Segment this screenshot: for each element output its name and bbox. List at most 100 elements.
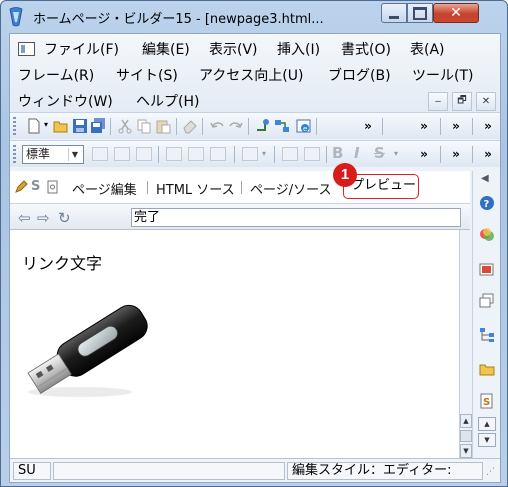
menu-site[interactable]: サイト(S) (116, 65, 178, 85)
toolbar-overflow-icon[interactable]: » (412, 144, 434, 164)
page-settings-icon[interactable] (46, 180, 60, 194)
list-icon[interactable] (242, 147, 258, 161)
eraser-icon[interactable] (182, 118, 198, 134)
preview-status-field: 完了 (131, 208, 461, 227)
image-gallery-icon[interactable] (479, 261, 495, 277)
menu-insert[interactable]: 挿入(I) (277, 39, 320, 59)
align-left-icon[interactable] (92, 147, 108, 161)
step-callout-badge: 1 (333, 163, 357, 187)
pen-icon[interactable] (14, 180, 28, 194)
menu-format[interactable]: 書式(O) (341, 39, 391, 59)
undo-icon[interactable] (209, 118, 225, 134)
status-left: SU (13, 462, 51, 480)
minimize-button[interactable] (381, 3, 407, 23)
copy-icon[interactable] (136, 118, 152, 134)
menu-bar: ファイル(F) 編集(E) 表示(V) 挿入(I) 書式(O) 表(A) フレー… (10, 34, 500, 112)
folder-icon[interactable] (479, 361, 495, 377)
open-folder-icon[interactable] (53, 118, 69, 134)
save-all-icon[interactable] (90, 118, 106, 134)
tab-page-edit[interactable]: ページ編集 (72, 179, 137, 198)
mdi-restore-button[interactable]: 🗗 (452, 92, 472, 111)
usb-flash-drive-image (27, 304, 148, 397)
refresh-icon[interactable]: ↻ (58, 209, 71, 227)
toolbar-overflow-icon[interactable]: » (444, 116, 466, 136)
panel-scroll-up-icon[interactable]: ▲ (478, 417, 496, 431)
toolbar-grip[interactable] (13, 145, 16, 163)
paste-icon[interactable] (155, 118, 171, 134)
mdi-minimize-button[interactable]: ‒ (428, 92, 448, 111)
menu-help[interactable]: ヘルプ(H) (136, 91, 199, 111)
toolbar-separator (440, 146, 441, 163)
svg-text:?: ? (484, 199, 490, 210)
menu-tools[interactable]: ツール(T) (412, 65, 473, 85)
tab-separator (147, 181, 148, 194)
toolbar-separator (472, 118, 473, 135)
align-center-icon[interactable] (114, 147, 130, 161)
close-button[interactable]: ✕ (433, 3, 479, 23)
scroll-thumb[interactable] (460, 430, 472, 442)
menu-table[interactable]: 表(A) (410, 39, 445, 59)
s-toggle-label[interactable]: S (31, 179, 40, 194)
script-icon[interactable]: S (479, 393, 495, 409)
maximize-button[interactable] (407, 3, 433, 23)
resize-grip-icon[interactable]: ⋰ (486, 467, 495, 477)
menu-window[interactable]: ウィンドウ(W) (18, 91, 113, 111)
list-dropdown-icon[interactable]: ▾ (262, 149, 266, 158)
menu-edit[interactable]: 編集(E) (142, 39, 190, 59)
valign-middle-icon[interactable] (188, 147, 204, 161)
paragraph-style-select[interactable]: 標準 ▼ (22, 145, 84, 164)
title-bar[interactable]: ホームページ・ビルダー15 - [newpage3.html... ✕ (1, 1, 507, 33)
toolbar-overflow-icon[interactable]: » (356, 116, 378, 136)
toolbar-overflow-icon[interactable]: » (476, 144, 498, 164)
valign-bottom-icon[interactable] (210, 147, 226, 161)
palette-icon[interactable] (479, 227, 495, 243)
new-page-icon[interactable] (26, 118, 42, 134)
menu-blog[interactable]: ブログ(B) (328, 65, 391, 85)
app-icon (9, 7, 23, 27)
font-dropdown-icon[interactable]: ▾ (394, 149, 398, 158)
toolbar-overflow-icon[interactable]: » (444, 144, 466, 164)
site-publish-icon[interactable] (274, 118, 290, 134)
back-arrow-icon[interactable]: ⇦ (18, 209, 31, 227)
menu-frame[interactable]: フレーム(R) (18, 65, 94, 85)
cut-icon[interactable] (117, 118, 133, 134)
toolbar-overflow-icon[interactable]: » (476, 116, 498, 136)
toolbar-separator (234, 146, 235, 163)
save-icon[interactable] (72, 118, 88, 134)
toolbar-separator (440, 118, 441, 135)
mdi-close-button[interactable]: ✕ (476, 92, 496, 111)
tab-page-source[interactable]: ページ/ソース (250, 179, 331, 198)
transfer-icon[interactable] (255, 118, 271, 134)
site-map-icon[interactable] (479, 327, 495, 343)
menu-view[interactable]: 表示(V) (209, 39, 258, 59)
outdent-icon[interactable] (282, 147, 298, 161)
layers-icon[interactable] (479, 293, 495, 309)
panel-scroll-down-icon[interactable]: ▼ (478, 433, 496, 447)
tab-html-source[interactable]: HTML ソース (156, 179, 235, 198)
scroll-down-icon[interactable]: ▼ (460, 444, 472, 458)
strikethrough-icon[interactable]: S (374, 144, 385, 162)
toolbar-separator (248, 118, 249, 135)
bold-icon[interactable]: B (332, 144, 343, 162)
document-menu-icon[interactable] (18, 42, 35, 56)
align-right-icon[interactable] (136, 147, 152, 161)
redo-icon[interactable] (228, 118, 244, 134)
collapse-left-icon[interactable]: ◀ (481, 173, 489, 184)
valign-top-icon[interactable] (166, 147, 182, 161)
svg-text:e: e (303, 125, 307, 133)
forward-arrow-icon[interactable]: ⇨ (37, 209, 50, 227)
svg-text:S: S (483, 397, 490, 408)
indent-icon[interactable] (304, 147, 320, 161)
client-area: ファイル(F) 編集(E) 表示(V) 挿入(I) 書式(O) 表(A) フレー… (9, 33, 501, 483)
menu-access[interactable]: アクセス向上(U) (199, 65, 303, 85)
help-icon[interactable]: ? (479, 195, 495, 211)
toolbar-overflow-icon[interactable]: » (412, 116, 434, 136)
toolbar-grip[interactable] (13, 117, 16, 135)
menu-file[interactable]: ファイル(F) (44, 39, 119, 59)
italic-icon[interactable]: I (354, 144, 360, 162)
link-text[interactable]: リンク文字 (22, 250, 102, 274)
vertical-scrollbar[interactable]: ▲ ▼ (460, 414, 472, 458)
browser-preview-icon[interactable]: e (296, 118, 312, 134)
new-dropdown-icon[interactable]: ▾ (44, 120, 48, 129)
scroll-up-icon[interactable]: ▲ (460, 414, 472, 428)
